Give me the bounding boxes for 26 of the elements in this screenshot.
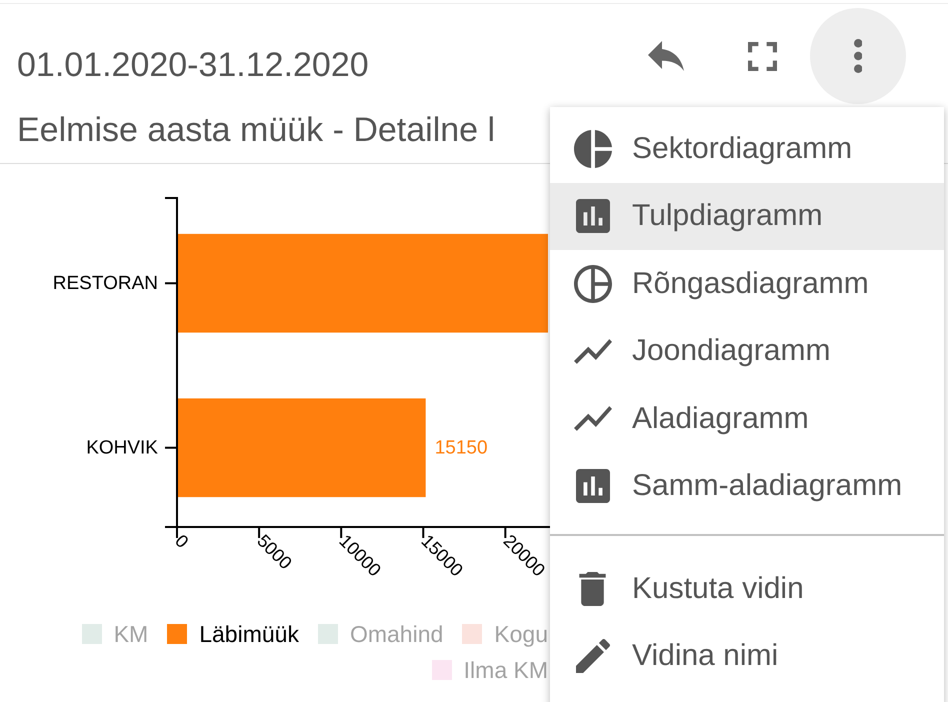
menu-item[interactable]: Rõngasdiagramm bbox=[550, 250, 944, 318]
fullscreen-icon bbox=[748, 42, 776, 70]
legend-item[interactable]: Läbimüük bbox=[167, 616, 299, 652]
menu-item[interactable]: Kustuta vidin bbox=[550, 555, 944, 622]
menu-item[interactable]: Tulpdiagramm bbox=[550, 182, 944, 250]
date-range: 01.01.2020-31.12.2020 bbox=[17, 45, 369, 85]
trash-icon bbox=[579, 572, 606, 606]
pie-chart-icon bbox=[574, 130, 612, 168]
bar-chart-icon bbox=[576, 469, 610, 504]
tick-label: 0 bbox=[171, 530, 192, 552]
reply-icon bbox=[648, 41, 684, 71]
pie-chart-outline-icon bbox=[574, 264, 612, 303]
category-label: RESTORAN bbox=[52, 272, 158, 294]
value-label: 15150 bbox=[434, 437, 488, 458]
line-chart-icon bbox=[574, 406, 612, 432]
widget-title: Eelmise aasta müük - Detailne l bbox=[17, 110, 496, 150]
menu-item[interactable]: Vidina nimi bbox=[550, 622, 944, 690]
bar-chart-icon bbox=[576, 199, 610, 234]
menu-item[interactable]: Samm-aladiagramm bbox=[550, 452, 944, 520]
line-chart-icon bbox=[574, 338, 612, 364]
menu-item[interactable]: Aladiagramm bbox=[550, 385, 944, 452]
menu-item[interactable]: Joondiagramm bbox=[550, 318, 944, 385]
more-icon bbox=[854, 39, 862, 73]
pencil-icon bbox=[576, 639, 610, 674]
menu-item[interactable]: Sektordiagramm bbox=[550, 115, 944, 182]
category-label: KOHVIK bbox=[86, 437, 158, 458]
